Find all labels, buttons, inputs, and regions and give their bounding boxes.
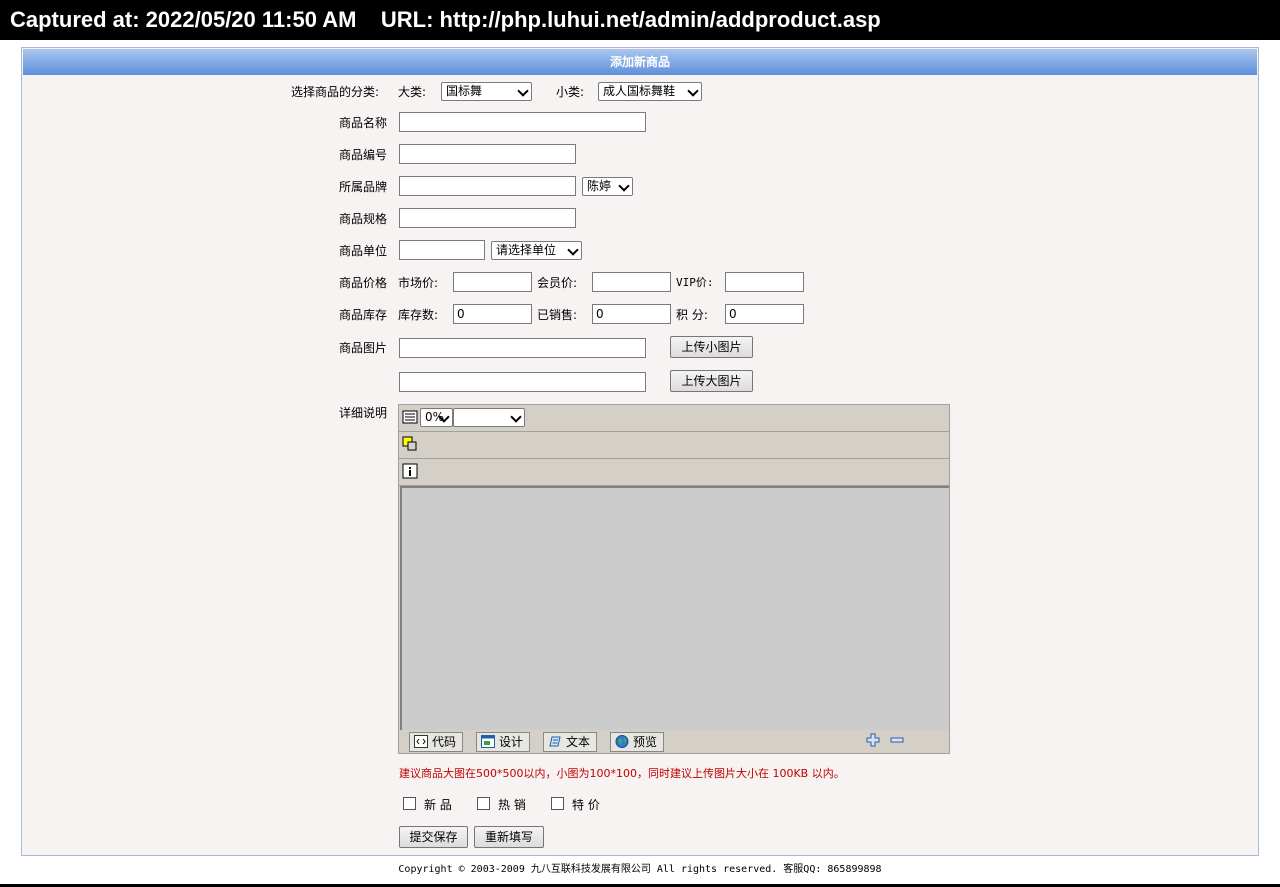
unit-input[interactable]: [399, 240, 485, 260]
price-label: 商品价格: [339, 276, 388, 290]
editor-tab-code[interactable]: 代码: [409, 732, 464, 752]
brand-select-value: 陈婷: [587, 179, 612, 193]
large-image-input[interactable]: [399, 372, 646, 392]
market-price-input[interactable]: [453, 272, 532, 292]
code-input[interactable]: [399, 144, 576, 164]
zoom-select[interactable]: 0%: [420, 408, 453, 427]
stock-count-input[interactable]: 0: [453, 304, 532, 324]
spec-label: 商品规格: [339, 212, 388, 226]
design-icon: [481, 735, 495, 748]
editor-toolbar-row-3: [399, 459, 949, 486]
chevron-down-icon: [618, 180, 630, 192]
image-label: 商品图片: [339, 341, 388, 355]
special-price-label: 特 价: [572, 798, 600, 812]
name-input[interactable]: [399, 112, 646, 132]
member-price-label: 会员价:: [537, 276, 578, 290]
editor-toolbar-row-2: [399, 432, 949, 459]
points-label: 积 分:: [676, 308, 708, 322]
detail-label: 详细说明: [339, 406, 388, 420]
minor-category-select[interactable]: 成人国标舞鞋: [598, 82, 702, 101]
sold-label: 已销售:: [537, 308, 578, 322]
unit-select[interactable]: 请选择单位: [491, 241, 582, 260]
vip-price-label: VIP价:: [676, 276, 714, 289]
brand-input[interactable]: [399, 176, 576, 196]
submit-save-button[interactable]: 提交保存: [399, 826, 468, 848]
points-input[interactable]: 0: [725, 304, 804, 324]
major-category-label: 大类:: [398, 85, 427, 99]
font-select[interactable]: [453, 408, 525, 427]
capture-text: Captured at: 2022/05/20 11:50 AM URL: ht…: [10, 7, 881, 32]
reset-button[interactable]: 重新填写: [474, 826, 544, 848]
small-image-input[interactable]: [399, 338, 646, 358]
stock-label: 商品库存: [339, 308, 388, 322]
code-label: 商品编号: [339, 148, 388, 162]
chevron-down-icon: [567, 244, 579, 256]
upload-size-note: 建议商品大图在500*500以内，小图为100*100，同时建议上传图片大小在 …: [399, 767, 845, 780]
panel-title: 添加新商品: [23, 49, 1257, 75]
editor-tab-preview-label: 预览: [633, 735, 658, 749]
new-product-checkbox[interactable]: [403, 797, 416, 810]
capture-banner: Captured at: 2022/05/20 11:50 AM URL: ht…: [0, 0, 1280, 40]
copyright-footer: Copyright © 2003-2009 九八互联科技发展有限公司 All r…: [398, 864, 882, 875]
chevron-down-icon: [510, 411, 522, 423]
text-icon: [549, 736, 561, 747]
category-label: 选择商品的分类:: [291, 85, 380, 99]
brand-label: 所属品牌: [339, 180, 388, 194]
hot-sale-label: 热 销: [498, 798, 526, 812]
editor-tab-text[interactable]: 文本: [543, 732, 598, 752]
vip-price-input[interactable]: [725, 272, 804, 292]
preview-globe-icon: [615, 735, 629, 748]
chevron-down-icon: [517, 85, 529, 97]
editor-tab-text-label: 文本: [566, 735, 591, 749]
editor-toolbar-row-1: 0%: [399, 405, 949, 432]
sold-input[interactable]: 0: [592, 304, 671, 324]
upload-large-image-button[interactable]: 上传大图片: [670, 370, 753, 392]
hot-sale-checkbox[interactable]: [477, 797, 490, 810]
unit-label: 商品单位: [339, 244, 388, 258]
minor-category-label: 小类:: [556, 85, 585, 99]
brand-select[interactable]: 陈婷: [582, 177, 633, 196]
editor-tab-design[interactable]: 设计: [476, 732, 531, 752]
market-price-label: 市场价:: [398, 276, 439, 290]
name-label: 商品名称: [339, 116, 388, 130]
new-product-label: 新 品: [424, 798, 452, 812]
editor-tab-design-label: 设计: [499, 735, 524, 749]
info-icon[interactable]: [402, 463, 418, 479]
major-category-select[interactable]: 国标舞: [441, 82, 532, 101]
shrink-minus-icon[interactable]: [890, 733, 904, 747]
code-icon: [414, 735, 428, 748]
member-price-input[interactable]: [592, 272, 671, 292]
minor-category-value: 成人国标舞鞋: [603, 84, 676, 98]
special-price-checkbox[interactable]: [551, 797, 564, 810]
editor-content-area[interactable]: [400, 486, 949, 730]
align-menu-icon[interactable]: [402, 410, 418, 424]
expand-plus-icon[interactable]: [866, 733, 880, 747]
major-category-value: 国标舞: [446, 84, 483, 98]
editor-tab-code-label: 代码: [432, 735, 457, 749]
spec-input[interactable]: [399, 208, 576, 228]
chevron-down-icon: [687, 85, 699, 97]
upload-small-image-button[interactable]: 上传小图片: [670, 336, 753, 358]
unit-select-value: 请选择单位: [496, 243, 557, 257]
editor-tab-preview[interactable]: 预览: [610, 732, 665, 752]
rich-text-editor: 0% 代码 设计 文本 预览: [398, 404, 950, 754]
insert-object-icon[interactable]: [402, 436, 418, 452]
stock-count-label: 库存数:: [398, 308, 439, 322]
